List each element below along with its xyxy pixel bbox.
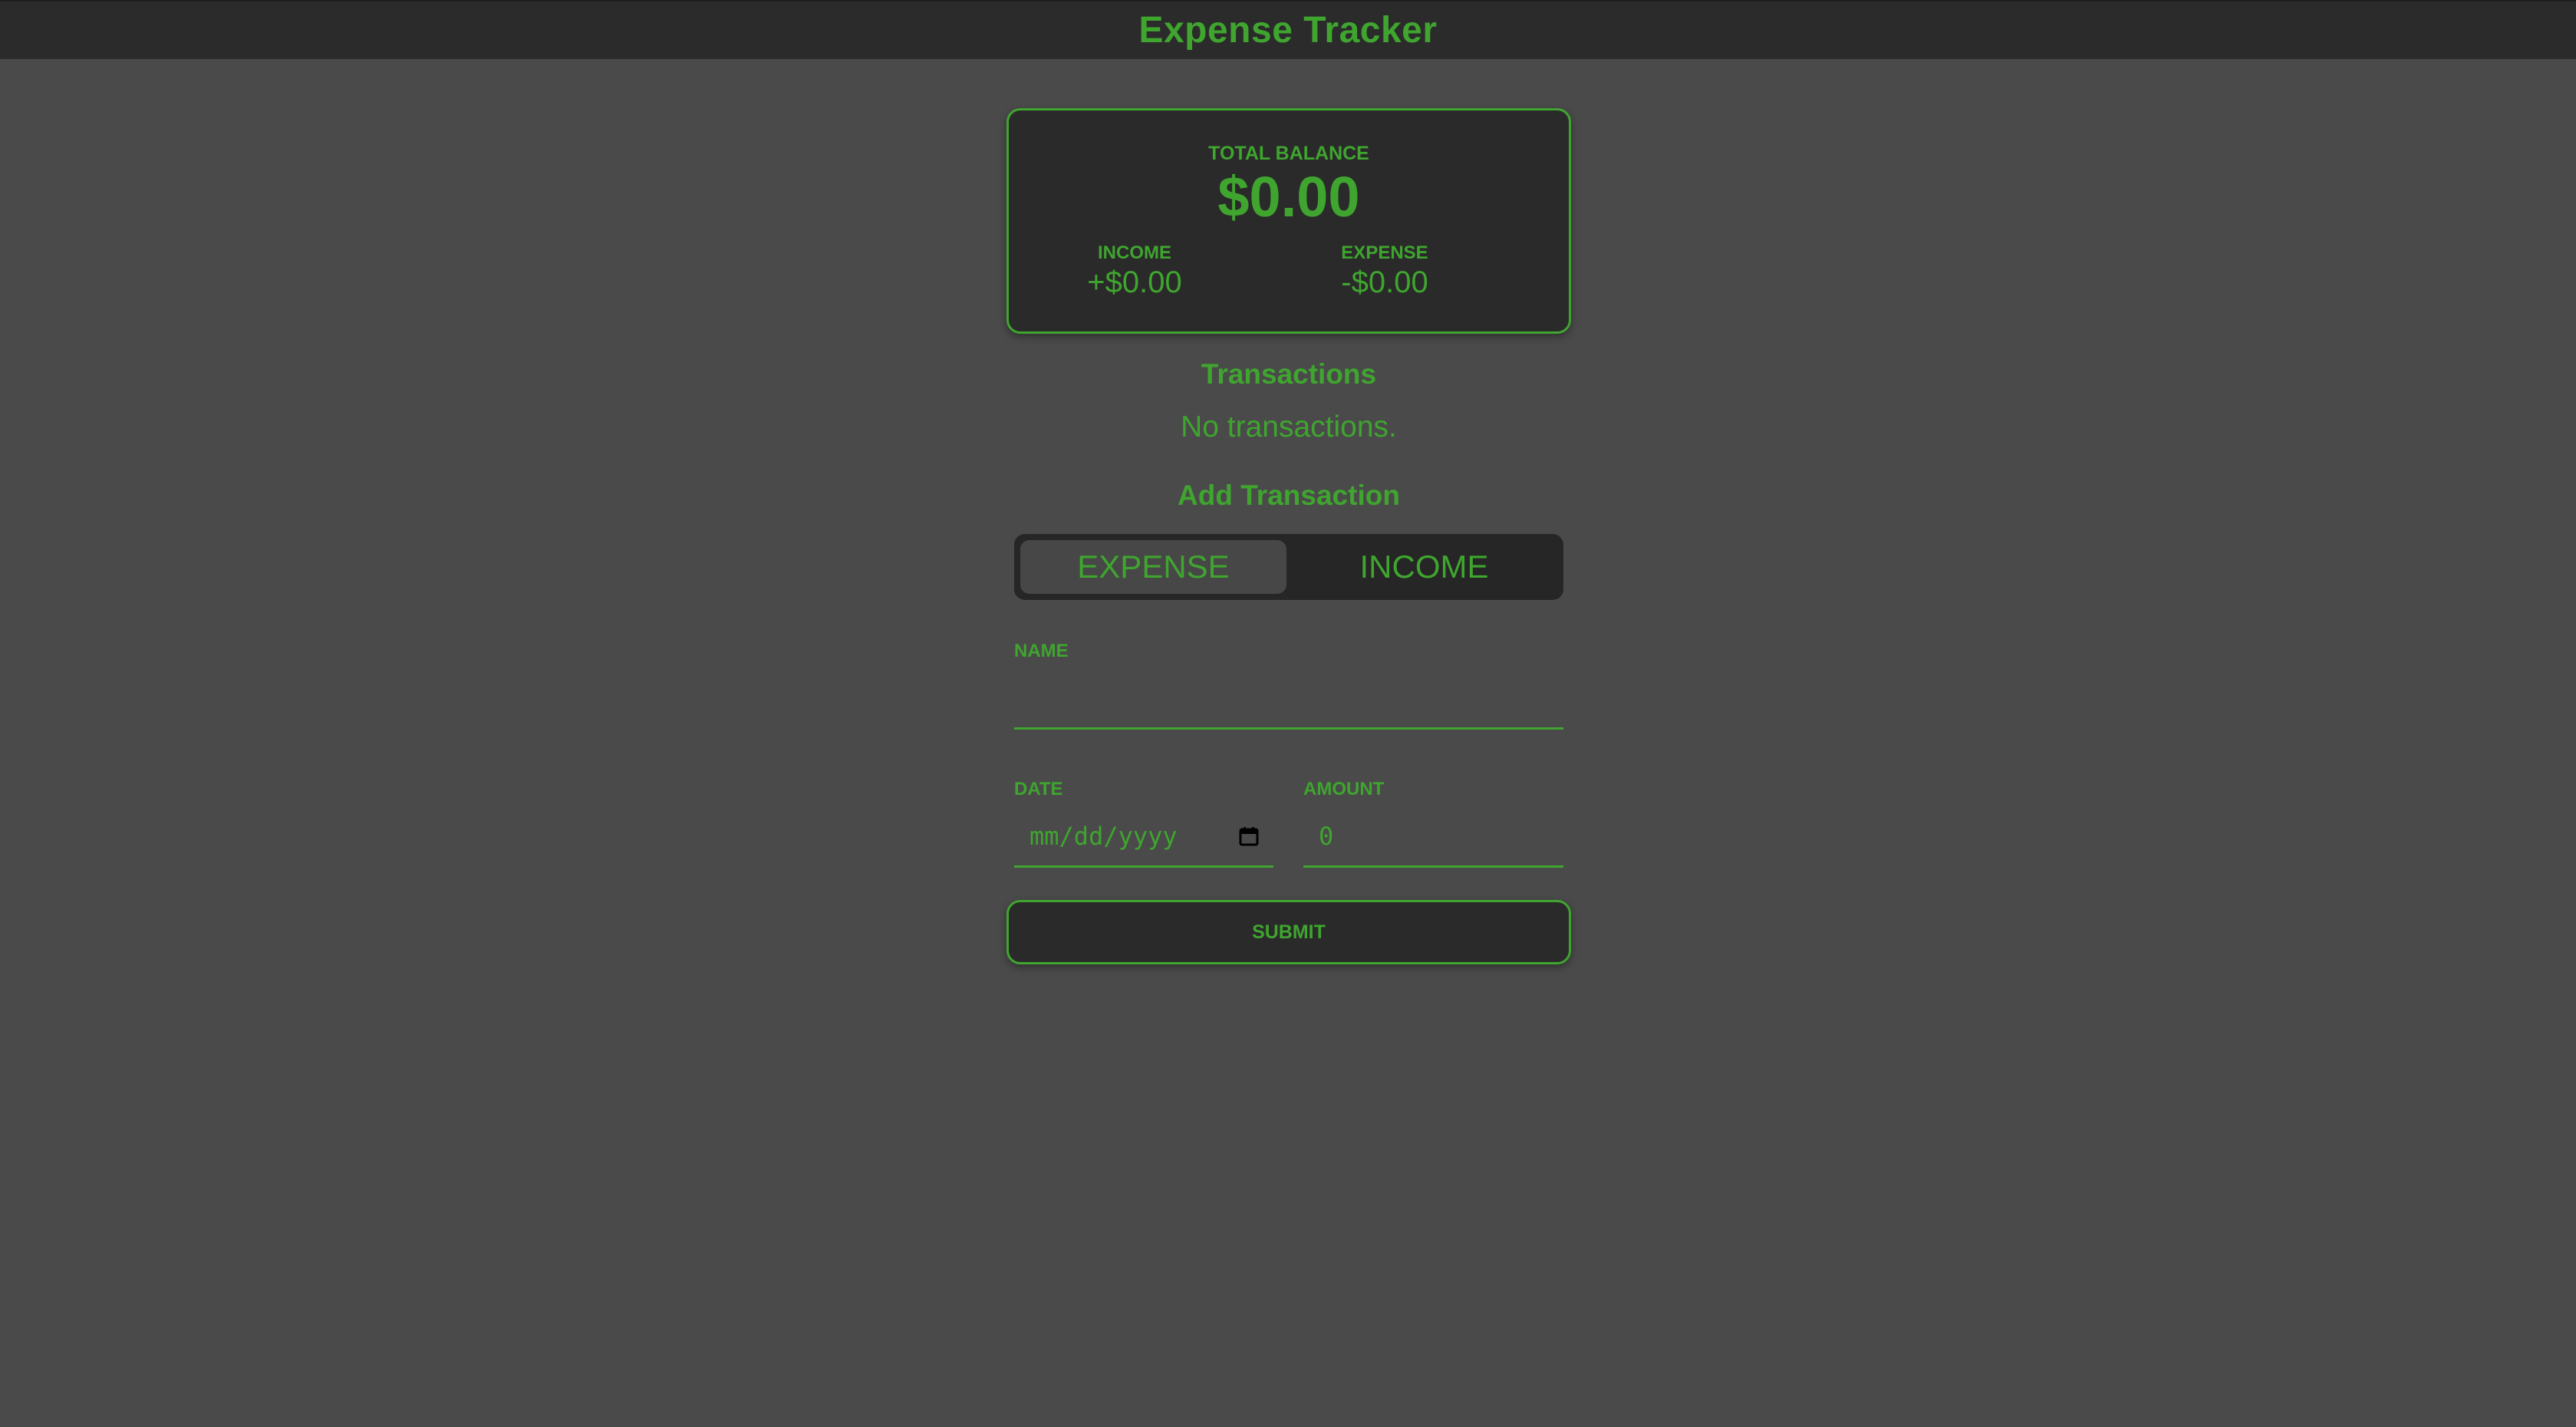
toggle-income[interactable]: INCOME	[1291, 540, 1557, 594]
income-value: +$0.00	[1087, 265, 1182, 299]
transaction-type-toggle: EXPENSE INCOME	[1014, 534, 1563, 600]
expense-summary: EXPENSE -$0.00	[1285, 242, 1484, 300]
submit-button[interactable]: SUBMIT	[1006, 900, 1571, 964]
main-content: TOTAL BALANCE $0.00 INCOME +$0.00 EXPENS…	[1006, 108, 1571, 964]
date-label: DATE	[1014, 779, 1063, 799]
amount-field-wrapper	[1303, 806, 1563, 868]
empty-transactions-message: No transactions.	[1181, 410, 1397, 443]
date-input[interactable]	[1014, 806, 1238, 865]
balance-card: TOTAL BALANCE $0.00 INCOME +$0.00 EXPENS…	[1006, 108, 1571, 334]
total-balance-label: TOTAL BALANCE	[1208, 143, 1369, 164]
add-transaction-heading: Add Transaction	[1178, 480, 1400, 511]
name-input[interactable]	[1014, 677, 1563, 727]
income-summary: INCOME +$0.00	[1035, 242, 1234, 300]
calendar-icon[interactable]	[1238, 826, 1260, 847]
transactions-heading: Transactions	[1201, 358, 1377, 390]
expense-value: -$0.00	[1341, 265, 1428, 299]
name-label: NAME	[1014, 641, 1069, 661]
amount-input[interactable]	[1303, 806, 1563, 865]
expense-label: EXPENSE	[1341, 242, 1428, 263]
app-title: Expense Tracker	[1138, 10, 1438, 51]
name-field-wrapper	[1014, 677, 1563, 730]
date-field-wrapper	[1014, 806, 1273, 868]
total-balance-value: $0.00	[1217, 165, 1360, 229]
amount-label: AMOUNT	[1303, 779, 1385, 799]
toggle-expense[interactable]: EXPENSE	[1020, 540, 1286, 594]
app-header: Expense Tracker	[0, 0, 2576, 59]
income-label: INCOME	[1098, 242, 1171, 263]
